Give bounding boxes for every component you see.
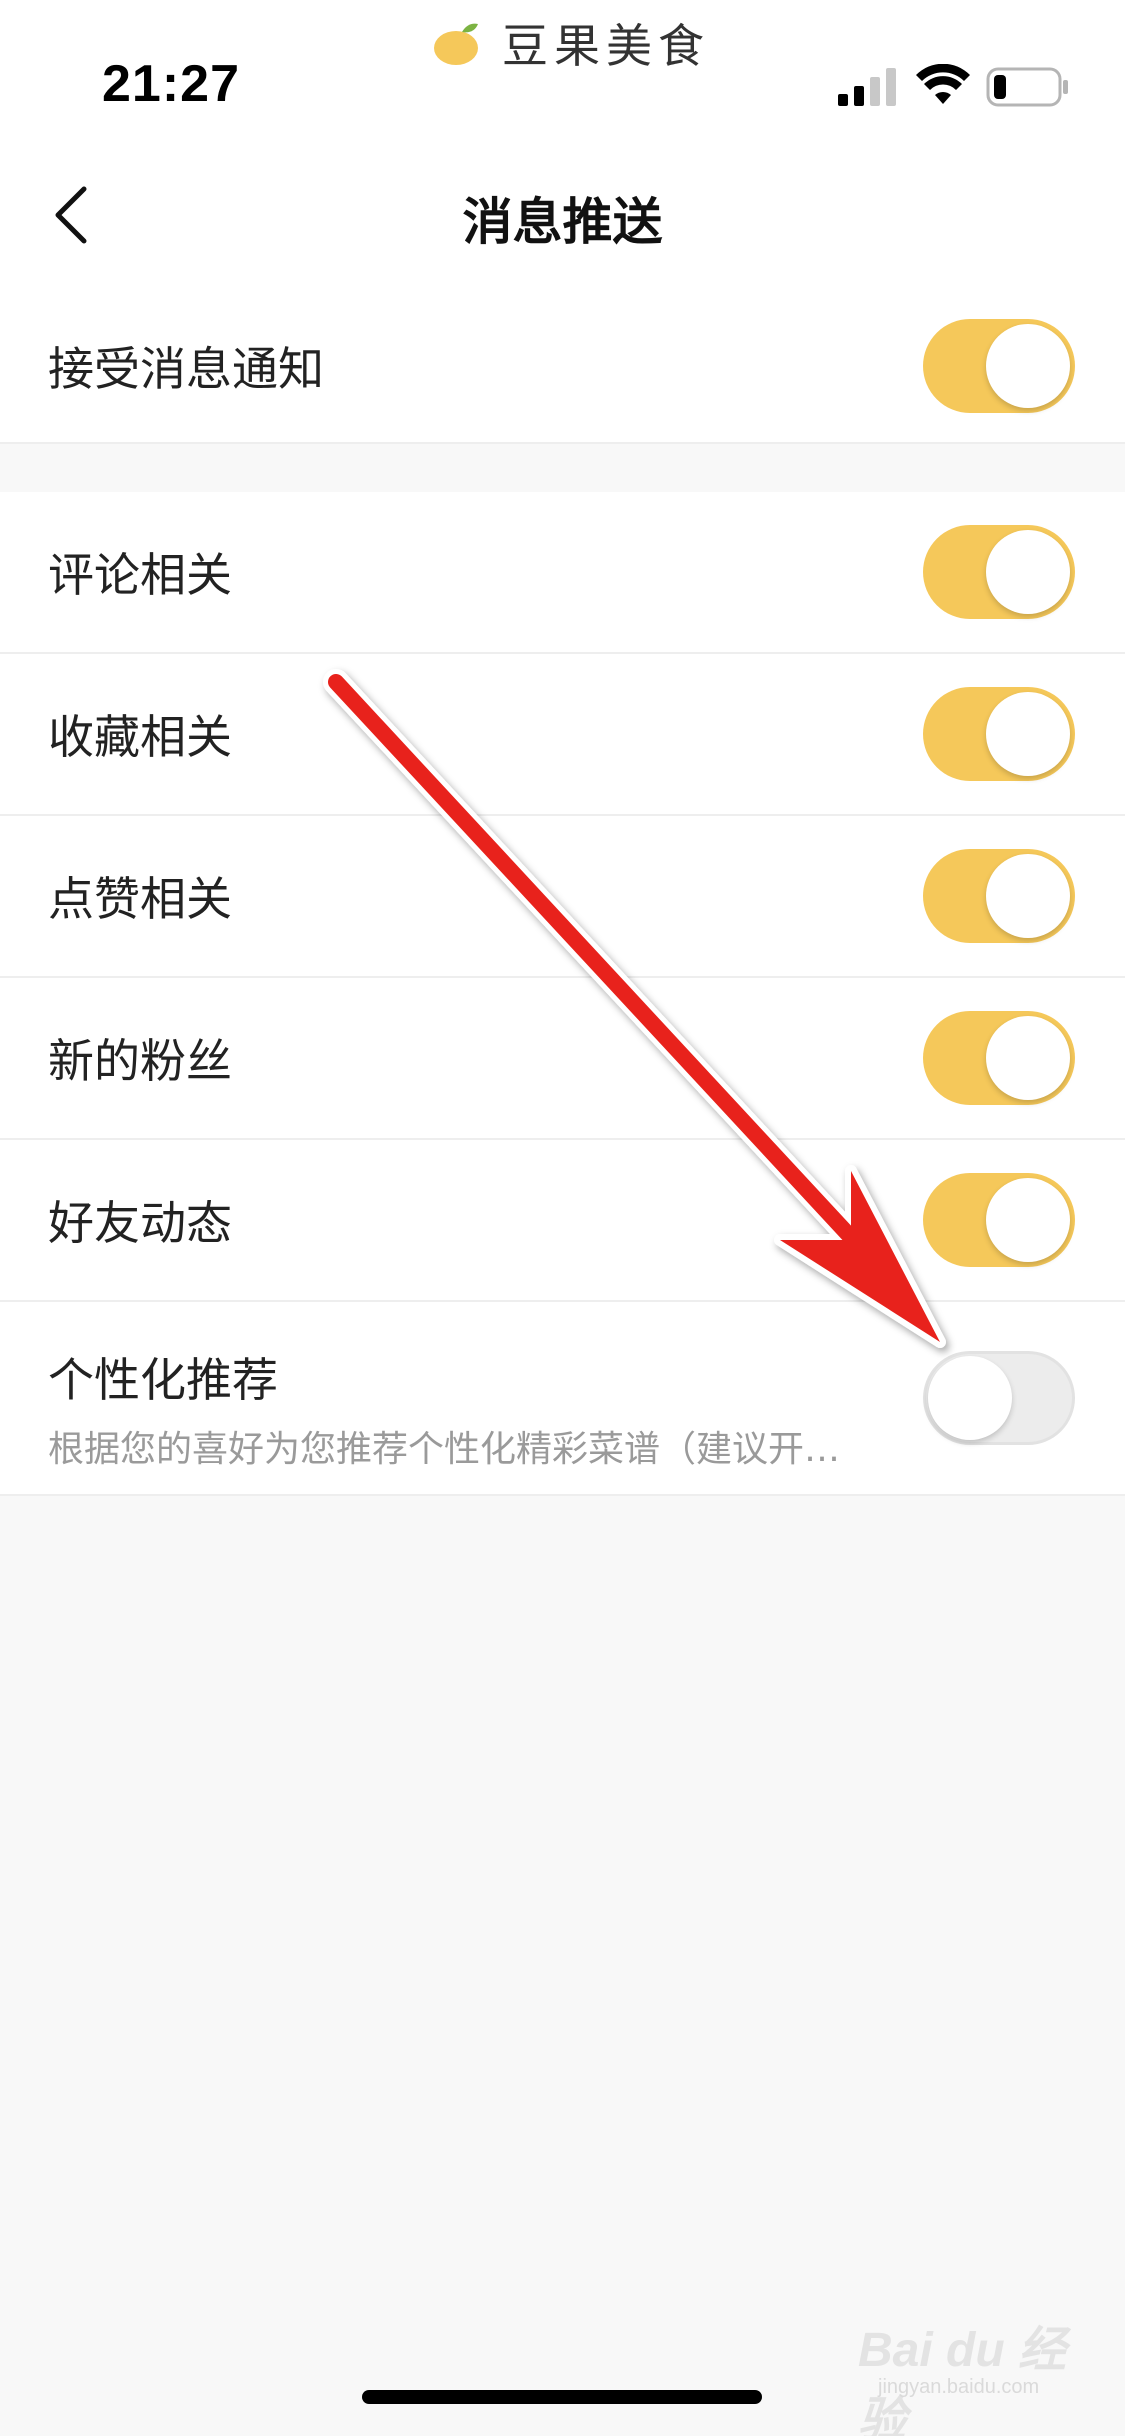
- baidu-jingyan-watermark: Bai du 经验 jingyan.baidu.com: [858, 2310, 1098, 2436]
- nav-bar: 消息推送: [0, 140, 1125, 290]
- watermark-sub-text: jingyan.baidu.com: [878, 2376, 1040, 2398]
- new-followers-toggle[interactable]: [923, 1011, 1075, 1105]
- toggle-knob: [986, 324, 1070, 408]
- accept-notifications-toggle[interactable]: [923, 319, 1075, 413]
- setting-description-personalized: 根据您的喜好为您推荐个性化精彩菜谱（建议开…: [48, 1429, 841, 1470]
- wifi-icon: [916, 64, 970, 104]
- toggle-knob: [928, 1356, 1012, 1440]
- toggle-knob: [986, 854, 1070, 938]
- toggle-knob: [986, 530, 1070, 614]
- app-watermark: 豆果美食: [432, 8, 710, 78]
- master-notification-group: 接受消息通知: [0, 290, 1125, 444]
- toggle-knob: [986, 692, 1070, 776]
- setting-label-friend-activity: 好友动态: [48, 1196, 232, 1250]
- friend-activity-toggle[interactable]: [923, 1173, 1075, 1267]
- status-time: 21:27: [102, 55, 240, 113]
- setting-row-new-followers: 新的粉丝: [0, 978, 1125, 1140]
- setting-row-accept-notifications: 接受消息通知: [0, 290, 1125, 444]
- likes-toggle[interactable]: [923, 849, 1075, 943]
- setting-row-personalized: 个性化推荐 根据您的喜好为您推荐个性化精彩菜谱（建议开…: [0, 1302, 1125, 1496]
- setting-label-personalized: 个性化推荐: [48, 1353, 278, 1407]
- app-brand-label: 豆果美食: [502, 19, 710, 73]
- setting-row-friend-activity: 好友动态: [0, 1140, 1125, 1302]
- toggle-knob: [986, 1178, 1070, 1262]
- screen: 豆果美食 21:27 消息推送 接受消息通知 评论相关 收藏相关 点赞相关 新的…: [0, 0, 1125, 2436]
- toggle-knob: [986, 1016, 1070, 1100]
- cellular-signal-icon: [838, 68, 896, 106]
- mango-logo-icon: [434, 23, 478, 65]
- setting-label-comments: 评论相关: [48, 548, 232, 602]
- setting-label-likes: 点赞相关: [48, 872, 232, 926]
- status-bar: 豆果美食 21:27: [0, 0, 1125, 140]
- favorites-toggle[interactable]: [923, 687, 1075, 781]
- setting-label-accept-notifications: 接受消息通知: [48, 342, 324, 396]
- setting-label-new-followers: 新的粉丝: [48, 1034, 232, 1088]
- setting-row-comments: 评论相关: [0, 492, 1125, 654]
- personalized-recommendation-toggle[interactable]: [923, 1351, 1075, 1445]
- setting-label-favorites: 收藏相关: [48, 710, 232, 764]
- notification-categories-group: 评论相关 收藏相关 点赞相关 新的粉丝 好友动态 个性化推荐 根据您的喜好为您推…: [0, 492, 1125, 1496]
- setting-row-favorites: 收藏相关: [0, 654, 1125, 816]
- page-title: 消息推送: [462, 193, 663, 251]
- comments-toggle[interactable]: [923, 525, 1075, 619]
- battery-icon: [986, 67, 1068, 107]
- home-indicator[interactable]: [362, 2390, 762, 2404]
- setting-row-likes: 点赞相关: [0, 816, 1125, 978]
- watermark-main-text: Bai du 经验: [858, 2324, 1067, 2436]
